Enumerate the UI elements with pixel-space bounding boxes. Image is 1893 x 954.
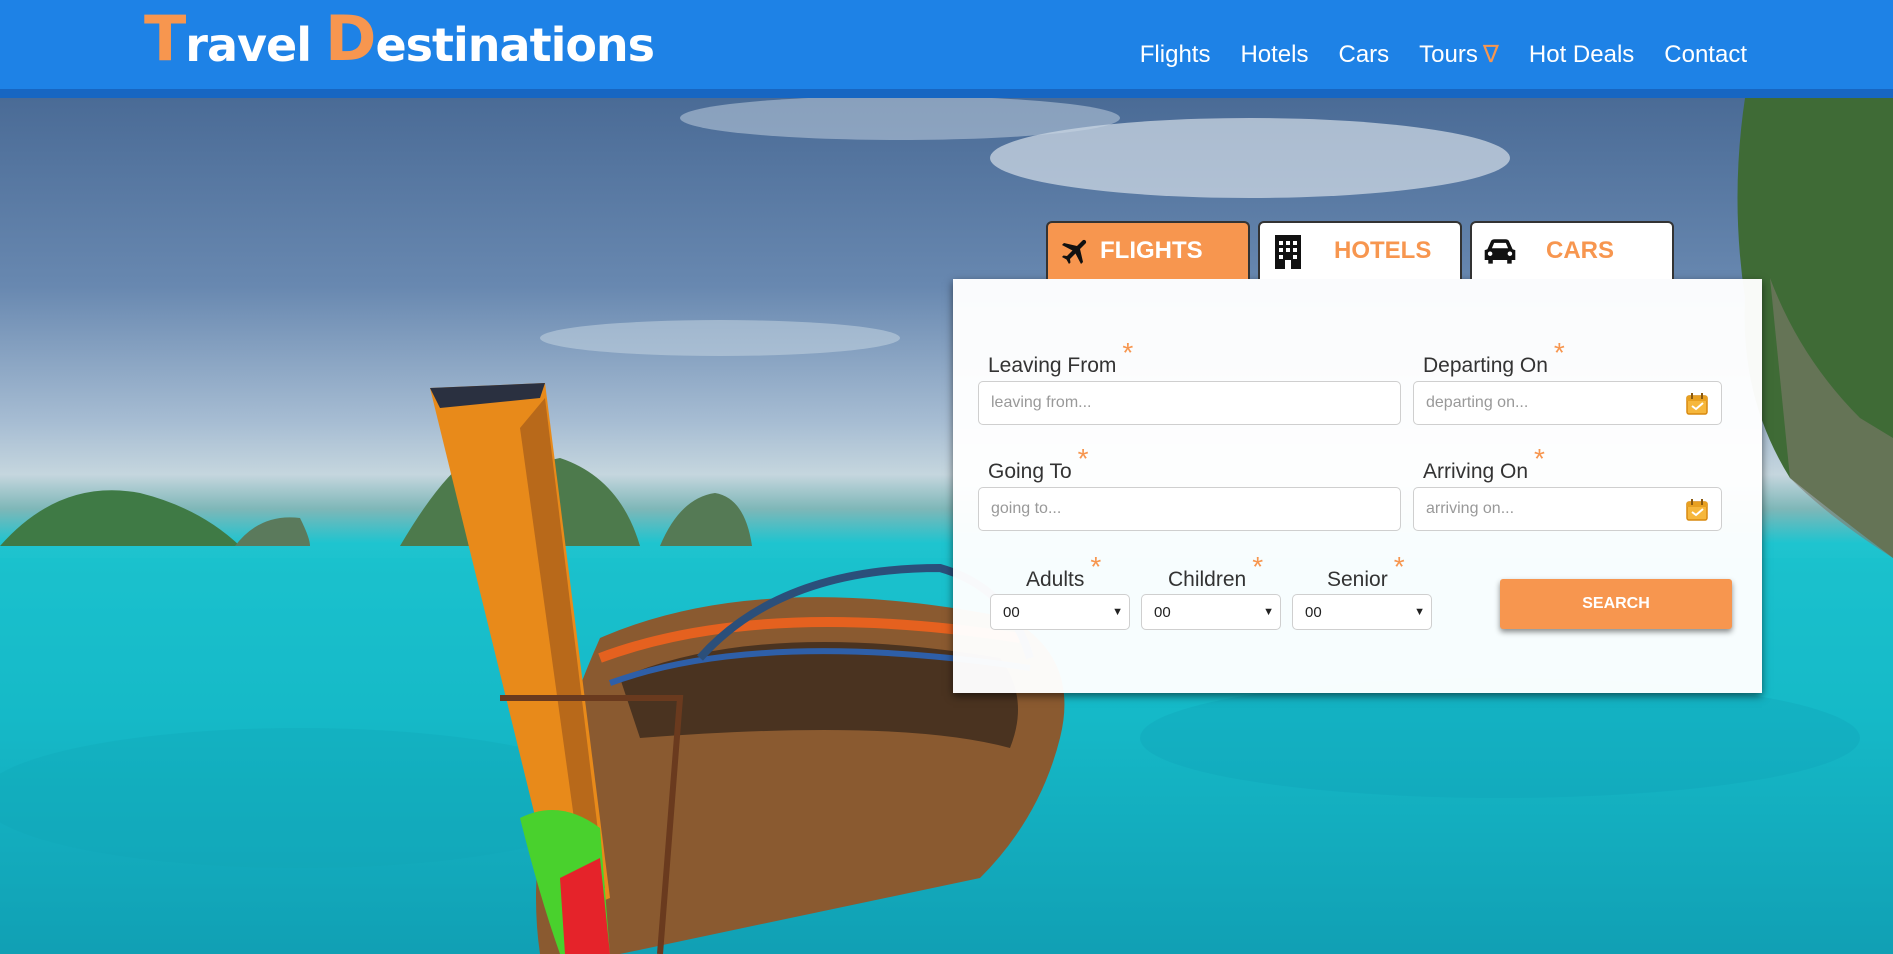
required-mark: * (1534, 443, 1545, 474)
site-header: T ravel D estinations Flights Hotels Car… (0, 0, 1893, 98)
tab-hotels-label: HOTELS (1334, 237, 1432, 264)
chevron-down-icon: ▼ (1263, 606, 1274, 618)
senior-value: 00 (1305, 603, 1322, 621)
nav-tours-label: Tours (1419, 40, 1478, 68)
calendar-icon[interactable] (1685, 391, 1711, 417)
departing-on-placeholder: departing on... (1426, 394, 1529, 411)
going-to-label: Going To * (988, 443, 1089, 485)
adults-select[interactable]: 00 ▼ (990, 594, 1130, 630)
nav-flights[interactable]: Flights (1140, 40, 1211, 69)
logo-word-estinations: estinations (375, 18, 655, 72)
adults-label-text: Adults (1026, 568, 1085, 591)
tab-cars-label: CARS (1546, 237, 1615, 264)
going-to-label-text: Going To (988, 460, 1072, 483)
nav-cars[interactable]: Cars (1338, 40, 1389, 69)
senior-select[interactable]: 00 ▼ (1292, 594, 1432, 630)
required-mark: * (1252, 551, 1264, 582)
required-mark: * (1393, 551, 1405, 582)
leaving-from-input[interactable]: leaving from... (978, 381, 1401, 425)
calendar-icon[interactable] (1685, 497, 1711, 523)
car-icon (1482, 233, 1518, 269)
nav-hotels[interactable]: Hotels (1240, 40, 1308, 69)
chevron-down-icon: ▼ (1414, 606, 1425, 618)
nav-hot-deals[interactable]: Hot Deals (1529, 40, 1634, 69)
going-to-input[interactable]: going to... (978, 487, 1401, 531)
logo-word-ravel: ravel (185, 18, 312, 72)
senior-label-text: Senior (1327, 568, 1388, 591)
leaving-from-label-text: Leaving From (988, 354, 1117, 377)
dropdown-caret-icon: ∇ (1482, 41, 1499, 68)
tab-hotels[interactable]: HOTELS (1258, 221, 1462, 279)
senior-label: Senior * (1327, 551, 1405, 593)
adults-value: 00 (1003, 603, 1020, 621)
main-nav: Flights Hotels Cars Tours ∇ Hot Deals Co… (1140, 40, 1747, 69)
logo-letter-t: T (144, 2, 186, 75)
departing-on-input[interactable]: departing on... (1413, 381, 1722, 425)
children-select[interactable]: 00 ▼ (1141, 594, 1281, 630)
required-mark: * (1122, 337, 1134, 368)
departing-on-label: Departing On * (1423, 337, 1565, 379)
logo-letter-d: D (324, 2, 376, 75)
chevron-down-icon: ▼ (1112, 606, 1123, 618)
nav-contact[interactable]: Contact (1664, 40, 1747, 69)
nav-tours[interactable]: Tours ∇ (1419, 40, 1499, 69)
tab-flights-label: FLIGHTS (1100, 237, 1203, 264)
required-mark: * (1553, 337, 1565, 368)
building-icon (1270, 233, 1306, 269)
arriving-on-input[interactable]: arriving on... (1413, 487, 1722, 531)
booking-tabs: FLIGHTS HOTELS CARS (1046, 221, 1674, 279)
adults-label: Adults * (1026, 551, 1101, 593)
children-label: Children * (1168, 551, 1263, 593)
children-label-text: Children (1168, 568, 1247, 591)
search-button[interactable]: SEARCH (1500, 579, 1732, 629)
required-mark: * (1077, 443, 1089, 474)
arriving-on-label: Arriving On * (1423, 443, 1545, 485)
children-value: 00 (1154, 603, 1171, 621)
departing-on-label-text: Departing On (1423, 354, 1548, 377)
flight-search-panel: Leaving From * leaving from... Departing … (953, 279, 1762, 693)
arriving-on-placeholder: arriving on... (1426, 500, 1515, 517)
required-mark: * (1090, 551, 1102, 582)
site-logo[interactable]: T ravel D estinations (144, 0, 655, 75)
tab-cars[interactable]: CARS (1470, 221, 1674, 279)
header-underline (0, 89, 1893, 98)
tab-flights[interactable]: FLIGHTS (1046, 221, 1250, 279)
leaving-from-label: Leaving From * (988, 337, 1133, 379)
airplane-icon (1058, 233, 1094, 269)
arriving-on-label-text: Arriving On (1423, 460, 1529, 483)
